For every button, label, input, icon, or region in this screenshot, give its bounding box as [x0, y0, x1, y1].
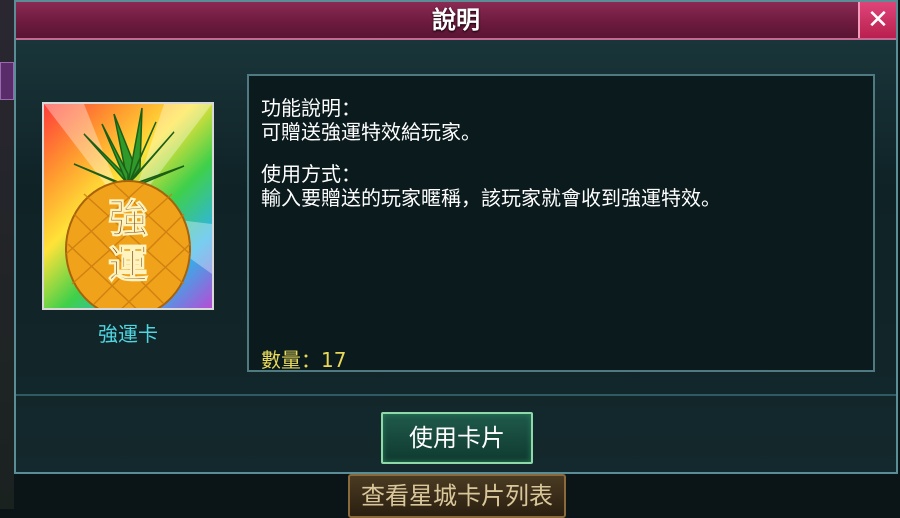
- dialog-titlebar: 說明 ✕: [16, 2, 896, 40]
- use-card-button[interactable]: 使用卡片: [381, 412, 533, 464]
- background-tab: [0, 62, 14, 100]
- item-card-image: 強運: [42, 102, 214, 310]
- card-icon-text-top: 強運: [108, 195, 148, 288]
- function-text: 可贈送強運特效給玩家。: [261, 120, 481, 144]
- usage-text: 輸入要贈送的玩家暱稱，該玩家就會收到強運特效。: [261, 186, 721, 210]
- close-button[interactable]: ✕: [858, 2, 896, 38]
- close-icon: ✕: [867, 5, 889, 35]
- divider: [16, 394, 896, 396]
- description-panel: 功能說明： 可贈送強運特效給玩家。 使用方式： 輸入要贈送的玩家暱稱，該玩家就會…: [247, 74, 875, 372]
- view-card-list-button[interactable]: 查看星城卡片列表: [348, 474, 566, 518]
- pineapple-card-icon: 強運: [44, 104, 212, 308]
- item-name: 強運卡: [98, 322, 158, 346]
- quantity-label: 數量：17: [261, 348, 347, 372]
- info-dialog: 說明 ✕ 強運 強運卡 功能說明： 可贈送強運特效給玩家。 使用方式： 輸入要贈…: [14, 0, 898, 474]
- dialog-title: 說明: [432, 6, 480, 34]
